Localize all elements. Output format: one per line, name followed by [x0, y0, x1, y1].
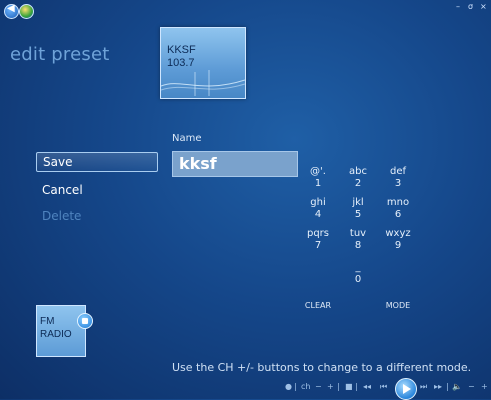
key-letters: mno	[386, 197, 410, 208]
previous-button[interactable]: ⏮	[380, 382, 387, 396]
station-call-sign: KKSF	[167, 44, 196, 56]
key-3[interactable]: def 3	[378, 166, 418, 190]
channel-up-button[interactable]: +	[327, 382, 334, 396]
key-1[interactable]: @'. 1	[298, 166, 338, 190]
key-digit: 4	[314, 209, 322, 220]
key-2[interactable]: abc 2	[338, 166, 378, 190]
fm-tile-line1: FM	[40, 316, 55, 327]
channel-down-button[interactable]: −	[315, 382, 322, 396]
key-letters: pqrs	[306, 228, 330, 239]
name-input[interactable]: kksf	[172, 151, 298, 177]
rewind-button[interactable]: ◂◂	[363, 382, 371, 396]
key-letters: _	[355, 262, 361, 273]
key-4[interactable]: ghi 4	[298, 197, 338, 221]
separator: |	[446, 382, 449, 391]
stop-badge-icon	[77, 313, 93, 329]
mode-button[interactable]: MODE	[378, 300, 418, 312]
clear-button[interactable]: CLEAR	[298, 300, 338, 312]
station-tile: KKSF 103.7	[160, 27, 246, 99]
key-digit: 3	[394, 178, 402, 189]
volume-up-button[interactable]: +	[481, 382, 488, 396]
separator: |	[337, 382, 340, 391]
wave-graphic	[161, 70, 245, 96]
volume-icon[interactable]: 🔈	[452, 382, 462, 396]
save-label: Save	[43, 155, 73, 169]
name-value: kksf	[179, 154, 217, 173]
fast-forward-button[interactable]: ▸▸	[434, 382, 442, 396]
key-digit: 7	[314, 240, 322, 251]
key-letters: wxyz	[385, 228, 411, 239]
save-button[interactable]: Save	[36, 152, 158, 172]
close-button[interactable]: ×	[480, 2, 487, 11]
key-digit: 0	[354, 274, 362, 285]
page-title: edit preset	[10, 44, 110, 65]
hint-text: Use the CH +/- buttons to change to a di…	[172, 361, 472, 374]
play-button[interactable]	[395, 378, 417, 400]
key-5[interactable]: jkl 5	[338, 197, 378, 221]
key-6[interactable]: mno 6	[378, 197, 418, 221]
key-digit: 1	[314, 178, 322, 189]
key-letters: abc	[349, 166, 367, 177]
key-9[interactable]: wxyz 9	[378, 228, 418, 252]
key-digit: 9	[394, 240, 402, 251]
cancel-button[interactable]: Cancel	[42, 183, 83, 197]
key-0[interactable]: _ 0	[338, 262, 378, 286]
key-digit: 8	[354, 240, 362, 251]
fm-radio-tile[interactable]: FM RADIO	[36, 305, 86, 357]
key-8[interactable]: tuv 8	[338, 228, 378, 252]
key-letters: ghi	[310, 197, 326, 208]
play-icon	[403, 384, 411, 394]
channel-label: ch	[301, 382, 311, 391]
volume-down-button[interactable]: −	[468, 382, 475, 396]
back-button[interactable]: ◀	[4, 3, 19, 19]
separator: |	[294, 382, 297, 391]
fm-tile-line2: RADIO	[40, 329, 72, 340]
key-digit: 2	[354, 178, 362, 189]
key-7[interactable]: pqrs 7	[298, 228, 338, 252]
back-arrow-icon: ◀	[7, 3, 15, 14]
key-letters: @'.	[310, 166, 326, 177]
delete-button[interactable]: Delete	[42, 209, 81, 223]
key-digit: 6	[394, 209, 402, 220]
record-icon[interactable]: ●	[285, 382, 292, 396]
stop-button[interactable]: ■	[345, 382, 353, 396]
key-letters: jkl	[352, 197, 364, 208]
maximize-button[interactable]: σ	[468, 2, 473, 11]
minimize-button[interactable]: –	[456, 2, 460, 11]
media-center-logo-button[interactable]	[19, 4, 34, 19]
key-letters: tuv	[349, 228, 367, 239]
name-label: Name	[172, 133, 202, 144]
key-letters: def	[389, 166, 407, 177]
key-digit: 5	[354, 209, 362, 220]
separator: |	[355, 382, 358, 391]
next-button[interactable]: ⏭	[420, 382, 427, 396]
